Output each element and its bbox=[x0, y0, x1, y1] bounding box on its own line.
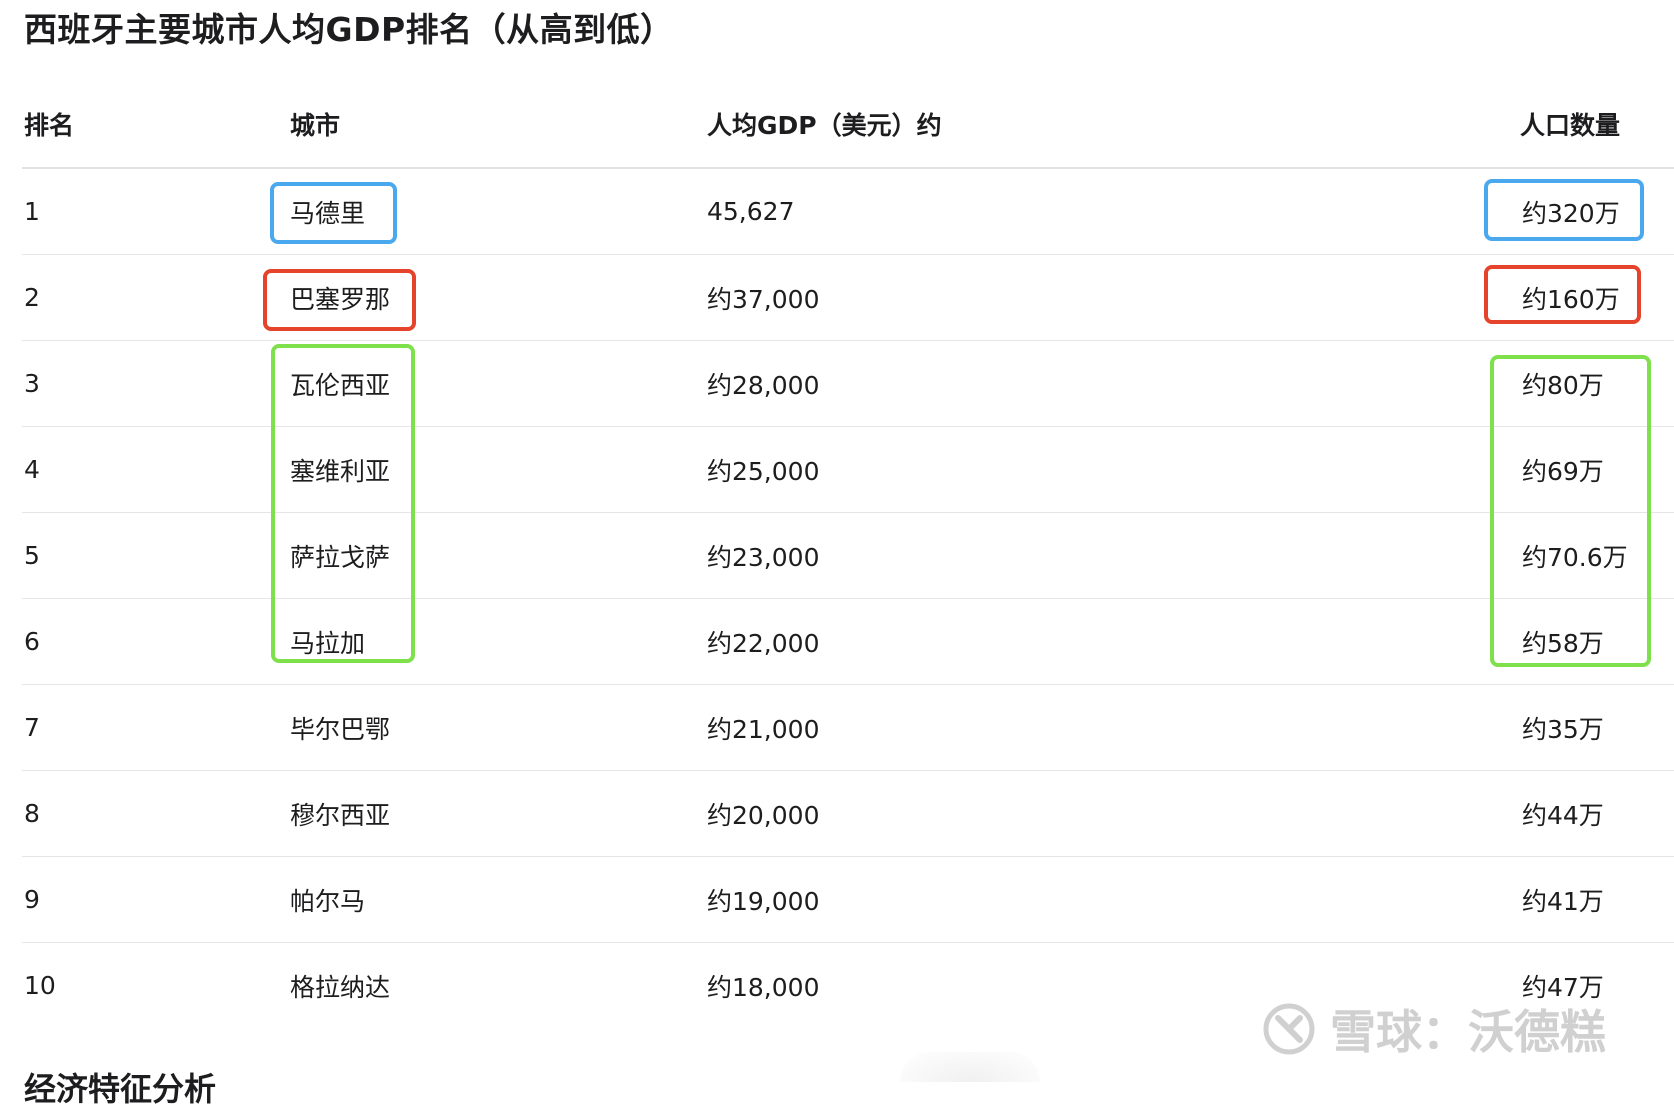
faint-overlay bbox=[900, 1052, 1040, 1082]
rank-cell: 8 bbox=[24, 799, 40, 828]
header-city: 城市 bbox=[290, 110, 341, 140]
header-gdp: 人均GDP（美元）约 bbox=[707, 110, 942, 140]
city-cell: 帕尔马 bbox=[290, 886, 366, 916]
city-cell: 穆尔西亚 bbox=[290, 800, 391, 830]
table-row: 6 马拉加 约22,000 约58万 bbox=[22, 599, 1674, 685]
section-heading-cut-off: 经济特征分析 bbox=[24, 1070, 217, 1108]
rank-cell: 5 bbox=[24, 541, 40, 570]
city-cell: 格拉纳达 bbox=[290, 972, 391, 1002]
highlight-box-pop-madrid bbox=[1484, 179, 1644, 241]
table-row: 8 穆尔西亚 约20,000 约44万 bbox=[22, 771, 1674, 857]
gdp-cell: 约37,000 bbox=[707, 284, 820, 314]
rank-cell: 3 bbox=[24, 369, 40, 398]
gdp-cell: 约21,000 bbox=[707, 714, 820, 744]
population-cell: 约35万 bbox=[1522, 714, 1604, 744]
rank-cell: 10 bbox=[24, 971, 56, 1000]
gdp-cell: 约19,000 bbox=[707, 886, 820, 916]
rank-cell: 7 bbox=[24, 713, 40, 742]
table-row: 4 塞维利亚 约25,000 约69万 bbox=[22, 427, 1674, 513]
gdp-cell: 约20,000 bbox=[707, 800, 820, 830]
gdp-cell: 约18,000 bbox=[707, 972, 820, 1002]
highlight-box-pop-group bbox=[1490, 355, 1651, 667]
table-row: 7 毕尔巴鄂 约21,000 约35万 bbox=[22, 685, 1674, 771]
rank-cell: 2 bbox=[24, 283, 40, 312]
gdp-cell: 约28,000 bbox=[707, 370, 820, 400]
rank-cell: 6 bbox=[24, 627, 40, 656]
city-cell: 毕尔巴鄂 bbox=[290, 714, 391, 744]
rank-cell: 9 bbox=[24, 885, 40, 914]
highlight-box-city-barcelona bbox=[263, 269, 416, 331]
population-cell: 约44万 bbox=[1522, 800, 1604, 830]
table-row: 9 帕尔马 约19,000 约41万 bbox=[22, 857, 1674, 943]
rank-cell: 4 bbox=[24, 455, 40, 484]
gdp-cell: 约23,000 bbox=[707, 542, 820, 572]
table-header: 排名 城市 人均GDP（美元）约 人口数量 bbox=[22, 80, 1674, 169]
gdp-cell: 约22,000 bbox=[707, 628, 820, 658]
watermark-text: 雪球：沃德糕 bbox=[1330, 1005, 1606, 1059]
rank-cell: 1 bbox=[24, 197, 40, 226]
snowball-logo-icon bbox=[1262, 1002, 1316, 1056]
population-cell: 约41万 bbox=[1522, 886, 1604, 916]
table-row: 3 瓦伦西亚 约28,000 约80万 bbox=[22, 341, 1674, 427]
highlight-box-city-madrid bbox=[270, 182, 397, 244]
page-title: 西班牙主要城市人均GDP排名（从高到低） bbox=[24, 10, 674, 49]
table-row: 5 萨拉戈萨 约23,000 约70.6万 bbox=[22, 513, 1674, 599]
header-rank: 排名 bbox=[24, 110, 75, 140]
gdp-cell: 约25,000 bbox=[707, 456, 820, 486]
highlight-box-city-group bbox=[271, 344, 415, 663]
gdp-cell: 45,627 bbox=[707, 197, 795, 226]
header-population: 人口数量 bbox=[1520, 110, 1621, 140]
watermark: 雪球：沃德糕 bbox=[1262, 996, 1606, 1062]
highlight-box-pop-barcelona bbox=[1484, 265, 1641, 324]
